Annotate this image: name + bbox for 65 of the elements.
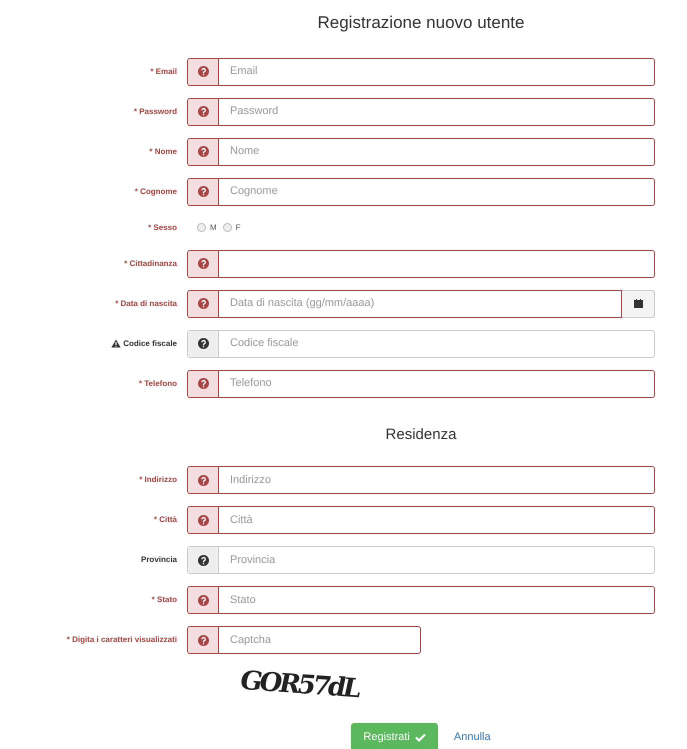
warning-icon <box>111 339 122 348</box>
help-icon <box>198 146 208 157</box>
input-field[interactable] <box>187 250 655 278</box>
input-field[interactable]: Provincia <box>187 546 655 574</box>
calendar-button[interactable] <box>622 290 655 318</box>
help-icon <box>198 554 208 566</box>
input-field[interactable]: Indirizzo <box>187 466 655 494</box>
field-label: * Data di nascita <box>115 298 177 310</box>
field-label: * Digita i caratteri visualizzati <box>66 634 177 646</box>
help-icon <box>198 514 208 526</box>
input-field[interactable]: Data di nascita (gg/mm/aaaa) <box>187 290 622 318</box>
help-icon <box>198 594 208 606</box>
field-label: * Email <box>150 66 177 78</box>
help-icon <box>198 634 208 646</box>
placeholder-text: Password <box>229 104 278 120</box>
field-label: * Indirizzo <box>139 474 177 486</box>
captcha-image: GOR57dL <box>236 665 362 706</box>
radio-label: M <box>210 222 217 234</box>
cancel-link[interactable]: Annulla <box>454 729 491 746</box>
register-button[interactable]: Registrati <box>351 723 438 749</box>
input-field[interactable]: Telefono <box>187 370 655 398</box>
field-label: * Città <box>154 514 177 526</box>
field-label: * Stato <box>152 594 177 606</box>
placeholder-text: Telefono <box>229 376 272 392</box>
placeholder-text: Data di nascita (gg/mm/aaaa) <box>229 296 374 312</box>
input-field[interactable]: Cognome <box>187 178 655 206</box>
field-label: * Sesso <box>148 222 177 234</box>
input-field[interactable]: Captcha <box>187 626 421 654</box>
input-field[interactable]: Stato <box>187 586 655 614</box>
radio-label: F <box>236 222 241 234</box>
help-icon <box>198 106 208 117</box>
placeholder-text: Captcha <box>229 632 271 648</box>
help-icon <box>198 186 208 197</box>
field-label: Provincia <box>140 554 177 566</box>
field-label: Codice fiscale <box>123 338 177 350</box>
input-field[interactable]: Nome <box>187 138 655 166</box>
field-label: * Password <box>134 106 177 118</box>
field-label: * Cognome <box>134 186 177 198</box>
input-field[interactable]: Codice fiscale <box>187 330 655 358</box>
placeholder-text: Provincia <box>229 552 276 568</box>
placeholder-text: Email <box>229 64 258 80</box>
placeholder-text: Nome <box>229 144 260 160</box>
radio-button[interactable] <box>222 223 232 232</box>
input-field[interactable]: Email <box>187 58 655 86</box>
field-label: * Cittadinanza <box>124 258 177 270</box>
placeholder-text: Cognome <box>229 184 278 200</box>
radio-button[interactable] <box>197 223 206 232</box>
form-title: Registrazione nuovo utente <box>318 12 524 34</box>
help-icon <box>198 378 208 389</box>
help-icon <box>198 298 208 309</box>
placeholder-text: Indirizzo <box>229 472 271 488</box>
placeholder-text: Città <box>229 512 253 528</box>
placeholder-text: Codice fiscale <box>229 336 298 352</box>
placeholder-text: Stato <box>229 592 256 608</box>
field-label: * Telefono <box>138 378 177 390</box>
help-icon <box>198 258 208 269</box>
help-icon <box>198 474 208 486</box>
calendar-icon <box>634 299 642 308</box>
field-label: * Nome <box>149 146 177 158</box>
input-field[interactable]: Password <box>187 98 655 126</box>
section-heading: Residenza <box>386 424 456 444</box>
checkmark-icon <box>414 732 426 742</box>
help-icon <box>198 338 208 349</box>
help-icon <box>198 66 208 77</box>
input-field[interactable]: Città <box>187 506 655 534</box>
